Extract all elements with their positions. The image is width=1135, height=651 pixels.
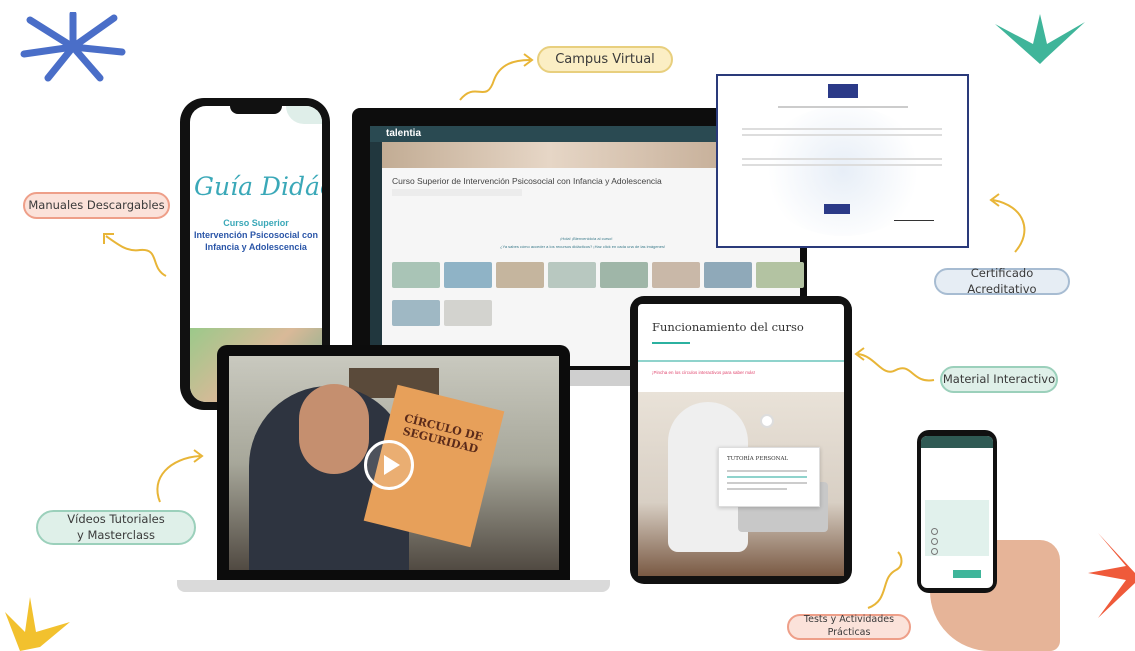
campus-tab-strip [392,189,522,196]
campus-subtitle: ¿Ya sabes cómo acceder a los recursos di… [500,244,666,249]
quiz-option[interactable] [931,538,938,545]
curly-arrow-tests [867,551,903,609]
certificate-text-line [742,134,942,136]
popup-text-line [727,488,787,490]
play-icon [384,455,400,475]
hotspot-dot[interactable] [760,414,774,428]
quiz-submit-button[interactable] [953,570,981,578]
certificate-stamp [824,204,850,214]
guide-course-line2: Intervención Psicosocial con [193,230,319,240]
quiz-option[interactable] [931,548,938,555]
certificate-text-line [742,128,942,130]
popup-text-line [727,476,807,478]
thumb-4[interactable] [548,262,596,288]
label-tests: Tests y Actividades Prácticas [787,614,911,640]
certificate-text-line [742,164,942,166]
video-presenter-face [299,384,369,474]
popup-text-line [727,470,807,472]
tablet-heading-rule [652,342,690,344]
campus-welcome: ¡Hola! ¡Bienvenido/a al curso! [560,236,613,241]
phone-decor-top [286,106,322,124]
curly-arrow-certificado [989,193,1026,253]
blue-star-decoration [20,12,126,82]
thumb-8[interactable] [756,262,804,288]
guide-course-line3: Infancia y Adolescencia [205,242,307,252]
label-certificado: Certificado Acreditativo [934,266,1070,296]
label-campus-virtual: Campus Virtual [537,46,673,73]
thumb-2[interactable] [444,262,492,288]
thumb-3[interactable] [496,262,544,288]
laptop-base [177,580,610,592]
quiz-topbar [921,436,993,448]
guide-course-line1: Curso Superior [223,218,289,228]
thumb-7[interactable] [704,262,752,288]
curly-arrow-material [854,347,935,382]
label-material: Material Interactivo [940,366,1058,393]
red-star-decoration [1088,533,1135,618]
certificate-text-line [742,158,942,160]
popup-text-line [727,482,807,484]
thumb-6[interactable] [652,262,700,288]
thumb-5[interactable] [600,262,648,288]
tablet-tagline: ¡Pincha en los círculos interactivos par… [652,370,756,375]
play-button[interactable] [364,440,414,490]
label-videos: Vídeos Tutoriales y Masterclass [36,510,196,545]
label-manuales: Manuales Descargables [23,192,170,219]
guide-title: Guía Didácti [194,172,322,201]
quiz-option[interactable] [931,528,938,535]
tablet-divider [638,360,844,362]
quiz-phone-screen [921,436,993,588]
tutoria-popup: TUTORÍA PERSONAL [718,447,820,507]
campus-sidebar [370,142,382,366]
thumb-1[interactable] [392,262,440,288]
curly-arrow-manuales [103,233,167,277]
campus-logo: talentia [386,128,422,139]
teal-star-decoration [995,14,1085,64]
certificate-text-line [778,106,908,108]
popup-title: TUTORÍA PERSONAL [727,456,789,462]
phone-notch [230,102,282,114]
yellow-star-decoration [5,597,70,651]
thumb-9[interactable] [392,300,440,326]
certificate-logo [828,84,858,98]
curly-arrow-videos [156,449,204,503]
thumb-10[interactable] [444,300,492,326]
curly-arrow-campus [459,53,534,101]
certificate-document [716,74,969,248]
certificate-signature [894,202,934,221]
tablet-heading: Funcionamiento del curso [652,320,804,334]
